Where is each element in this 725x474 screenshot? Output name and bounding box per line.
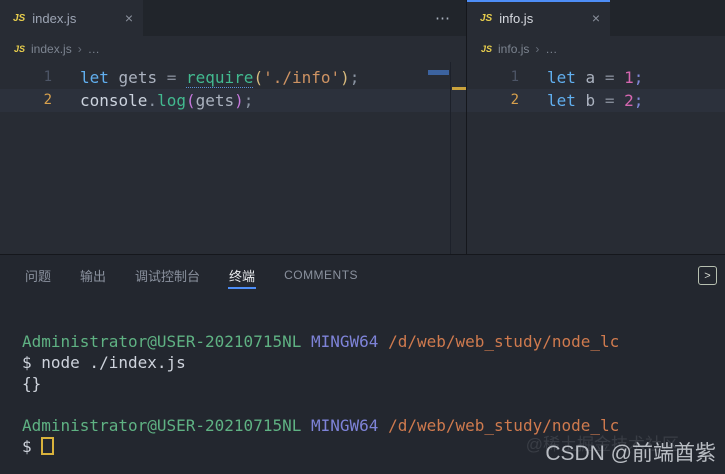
- code-text: let b = 2;: [547, 91, 644, 110]
- panel-tab-debug-console[interactable]: 调试控制台: [135, 255, 200, 295]
- js-file-icon: JS: [480, 12, 493, 24]
- editor-group-info: JS info.js × JS info.js › … 1 let a = 1; 2…: [467, 0, 725, 254]
- panel-tab-problems[interactable]: 问题: [25, 255, 51, 295]
- code-editor-info[interactable]: 1 let a = 1; 2 let b = 2;: [467, 62, 725, 112]
- terminal-cursor: [41, 436, 55, 455]
- breadcrumb-symbol[interactable]: …: [545, 42, 557, 56]
- tab-label: index.js: [32, 10, 77, 26]
- editor-group-index: JS index.js × ⋯ JS index.js › … 1 let get…: [0, 0, 467, 254]
- line-number[interactable]: 1: [0, 66, 52, 89]
- code-editor-index[interactable]: 1 let gets = require('./info'); 2 console.l…: [0, 62, 466, 112]
- breadcrumb-file[interactable]: index.js: [31, 42, 72, 56]
- terminal-line: $ node ./index.js: [22, 353, 186, 372]
- code-text: let gets = require('./info');: [80, 68, 360, 88]
- code-line[interactable]: 1 let gets = require('./info');: [0, 66, 466, 89]
- tabbar-right: JS info.js ×: [467, 0, 725, 36]
- line-number[interactable]: 2: [467, 89, 519, 112]
- chevron-right-icon: ›: [77, 42, 82, 56]
- line-number[interactable]: 2: [0, 89, 52, 112]
- panel-tab-comments[interactable]: COMMENTS: [284, 255, 358, 295]
- close-icon[interactable]: ×: [125, 11, 133, 25]
- panel-tab-output[interactable]: 输出: [80, 255, 106, 295]
- tab-index-js[interactable]: JS index.js ×: [0, 0, 143, 36]
- line-number[interactable]: 1: [467, 66, 519, 89]
- code-text: console.log(gets);: [80, 91, 254, 110]
- minimap-divider: [450, 62, 451, 254]
- code-line[interactable]: 2 let b = 2;: [467, 89, 725, 112]
- breadcrumb[interactable]: JS info.js › …: [467, 36, 725, 62]
- breadcrumb[interactable]: JS index.js › …: [0, 36, 466, 62]
- js-file-icon: JS: [13, 12, 26, 24]
- panel-chevron-right-icon[interactable]: >: [698, 266, 717, 285]
- minimap-line-preview[interactable]: [428, 70, 449, 75]
- code-line[interactable]: 2 console.log(gets);: [0, 89, 466, 112]
- js-file-icon: JS: [481, 44, 493, 54]
- close-icon[interactable]: ×: [592, 11, 600, 25]
- overview-ruler-marker[interactable]: [452, 87, 466, 90]
- breadcrumb-symbol[interactable]: …: [88, 42, 100, 56]
- editor-area: JS index.js × ⋯ JS index.js › … 1 let get…: [0, 0, 725, 255]
- terminal-line: {}: [22, 374, 42, 393]
- panel-tabs: 问题 输出 调试控制台 终端 COMMENTS: [0, 255, 725, 295]
- tab-info-js[interactable]: JS info.js ×: [467, 0, 610, 36]
- more-actions-icon[interactable]: ⋯: [435, 9, 452, 27]
- tab-label: info.js: [499, 10, 534, 26]
- code-line[interactable]: 1 let a = 1;: [467, 66, 725, 89]
- chevron-right-icon: ›: [535, 42, 540, 56]
- terminal-line: Administrator@USER-20210715NL MINGW64 /d…: [22, 332, 620, 351]
- tabbar-left: JS index.js × ⋯: [0, 0, 466, 36]
- breadcrumb-file[interactable]: info.js: [498, 42, 529, 56]
- vscode-window: JS index.js × ⋯ JS index.js › … 1 let get…: [0, 0, 725, 474]
- panel-tab-terminal[interactable]: 终端: [228, 255, 257, 295]
- code-text: let a = 1;: [547, 68, 644, 87]
- js-file-icon: JS: [14, 44, 26, 54]
- watermark-csdn: CSDN @前端酋紫: [545, 442, 716, 465]
